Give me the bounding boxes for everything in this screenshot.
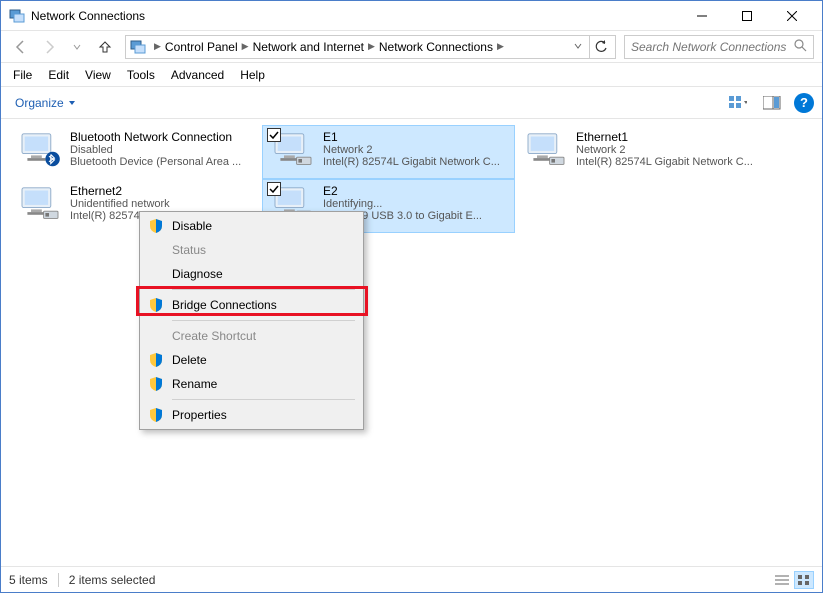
chevron-right-icon: ▶ — [242, 41, 249, 52]
ctx-label: Properties — [172, 408, 227, 422]
organize-label: Organize — [15, 96, 64, 110]
connection-status: Network 2 — [576, 144, 761, 156]
preview-pane-button[interactable] — [760, 91, 784, 115]
ethernet-adapter-icon — [16, 184, 64, 224]
connection-name: Bluetooth Network Connection — [70, 130, 255, 144]
chevron-right-icon: ▶ — [154, 41, 161, 52]
connection-status: Identifying... — [323, 198, 508, 210]
ctx-create-shortcut: Create Shortcut — [142, 324, 361, 348]
breadcrumb-network-internet[interactable]: Network and Internet — [253, 40, 364, 54]
view-options-button[interactable] — [726, 91, 750, 115]
shield-icon — [148, 376, 164, 392]
menu-view[interactable]: View — [77, 66, 119, 84]
separator — [58, 573, 59, 587]
connection-name: E2 — [323, 184, 508, 198]
selection-checkbox[interactable] — [267, 182, 281, 196]
navbar: ▶ Control Panel ▶ Network and Internet ▶… — [1, 31, 822, 63]
chevron-right-icon: ▶ — [368, 41, 375, 52]
ctx-label: Diagnose — [172, 267, 223, 281]
titlebar: Network Connections — [1, 1, 822, 31]
selection-checkbox[interactable] — [267, 128, 281, 142]
shield-icon — [148, 297, 164, 313]
connection-device: Intel(R) 82574L Gigabit Network C... — [323, 156, 508, 168]
connection-status: Network 2 — [323, 144, 508, 156]
connection-name: Ethernet2 — [70, 184, 255, 198]
organize-button[interactable]: Organize — [9, 94, 82, 112]
ctx-label: Status — [172, 243, 206, 257]
chevron-right-icon: ▶ — [497, 41, 504, 52]
ctx-diagnose[interactable]: Diagnose — [142, 262, 361, 286]
bluetooth-adapter-icon — [16, 130, 64, 170]
content-area: Bluetooth Network Connection Disabled Bl… — [1, 119, 822, 567]
chevron-down-icon — [68, 99, 76, 107]
connection-device: Intel(R) 82574L Gigabit Network C... — [576, 156, 761, 168]
app-icon — [9, 8, 25, 24]
menu-edit[interactable]: Edit — [40, 66, 77, 84]
statusbar: 5 items 2 items selected — [1, 566, 822, 592]
ctx-label: Delete — [172, 353, 207, 367]
address-dropdown[interactable] — [569, 38, 587, 56]
menu-tools[interactable]: Tools — [119, 66, 163, 84]
ctx-disable[interactable]: Disable — [142, 214, 361, 238]
menubar: File Edit View Tools Advanced Help — [1, 63, 822, 87]
window-title: Network Connections — [31, 9, 679, 23]
item-count: 5 items — [9, 573, 48, 587]
ctx-properties[interactable]: Properties — [142, 403, 361, 427]
breadcrumb-network-connections[interactable]: Network Connections — [379, 40, 493, 54]
ctx-status: Status — [142, 238, 361, 262]
separator — [172, 399, 355, 400]
search-box[interactable] — [624, 35, 814, 59]
recent-dropdown[interactable] — [65, 35, 89, 59]
ctx-bridge-connections[interactable]: Bridge Connections — [142, 293, 361, 317]
ctx-label: Create Shortcut — [172, 329, 256, 343]
menu-advanced[interactable]: Advanced — [163, 66, 232, 84]
ctx-label: Disable — [172, 219, 212, 233]
ctx-label: Rename — [172, 377, 217, 391]
connection-item-e1[interactable]: E1 Network 2 Intel(R) 82574L Gigabit Net… — [262, 125, 515, 179]
separator — [172, 289, 355, 290]
breadcrumb-control-panel[interactable]: Control Panel — [165, 40, 238, 54]
menu-file[interactable]: File — [5, 66, 40, 84]
separator — [172, 320, 355, 321]
back-button[interactable] — [9, 35, 33, 59]
connection-device: Bluetooth Device (Personal Area ... — [70, 156, 255, 168]
shield-icon — [148, 218, 164, 234]
maximize-button[interactable] — [724, 2, 769, 30]
forward-button[interactable] — [37, 35, 61, 59]
breadcrumb[interactable]: ▶ Control Panel ▶ Network and Internet ▶… — [150, 40, 569, 54]
context-menu: Disable Status Diagnose Bridge Connectio… — [139, 211, 364, 430]
minimize-button[interactable] — [679, 2, 724, 30]
close-button[interactable] — [769, 2, 814, 30]
toolbar: Organize ? — [1, 87, 822, 119]
connection-name: E1 — [323, 130, 508, 144]
ctx-rename[interactable]: Rename — [142, 372, 361, 396]
ethernet-adapter-icon — [269, 130, 317, 170]
menu-help[interactable]: Help — [232, 66, 273, 84]
shield-icon — [148, 407, 164, 423]
ctx-label: Bridge Connections — [172, 298, 277, 312]
ethernet-adapter-icon — [522, 130, 570, 170]
connection-name: Ethernet1 — [576, 130, 761, 144]
shield-icon — [148, 352, 164, 368]
connection-status: Disabled — [70, 144, 255, 156]
window-controls — [679, 2, 814, 30]
connection-item-bluetooth[interactable]: Bluetooth Network Connection Disabled Bl… — [9, 125, 262, 179]
ctx-delete[interactable]: Delete — [142, 348, 361, 372]
connection-status: Unidentified network — [70, 198, 255, 210]
large-icons-view-button[interactable] — [794, 571, 814, 589]
refresh-button[interactable] — [589, 36, 611, 58]
selected-count: 2 items selected — [69, 573, 156, 587]
search-icon — [793, 38, 807, 55]
connection-item-ethernet1[interactable]: Ethernet1 Network 2 Intel(R) 82574L Giga… — [515, 125, 768, 179]
address-bar[interactable]: ▶ Control Panel ▶ Network and Internet ▶… — [125, 35, 616, 59]
up-button[interactable] — [93, 35, 117, 59]
location-icon — [130, 39, 146, 55]
search-input[interactable] — [631, 40, 793, 54]
details-view-button[interactable] — [772, 571, 792, 589]
view-mode-toggle — [772, 571, 814, 589]
help-button[interactable]: ? — [794, 93, 814, 113]
